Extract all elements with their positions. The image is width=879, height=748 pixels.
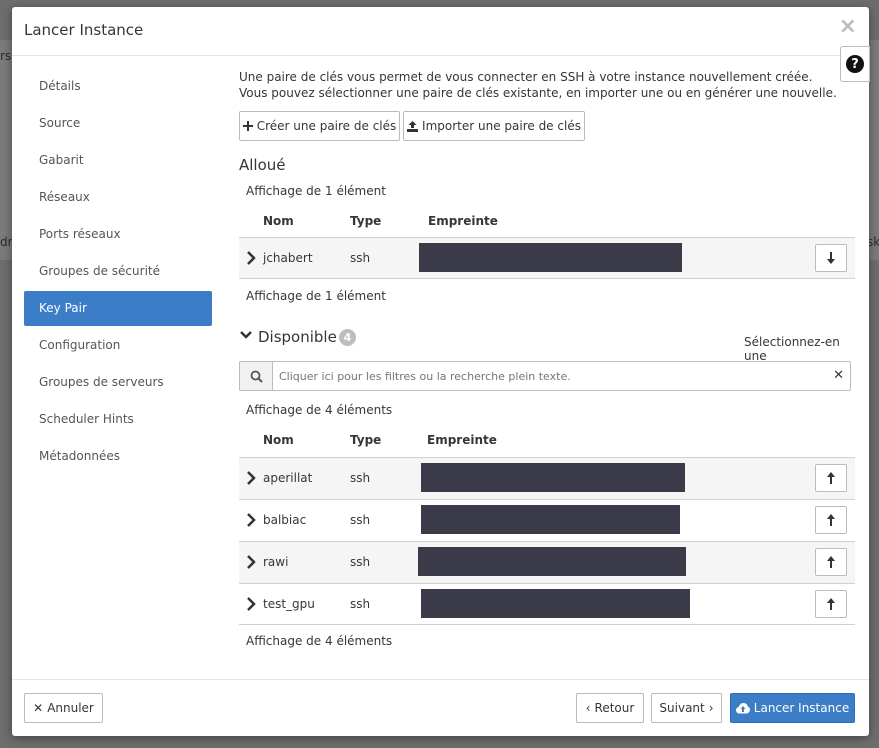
back-button[interactable]: ‹ Retour [576,693,644,723]
table-row[interactable]: jchabert ssh [239,237,855,279]
close-icon: ✕ [33,701,44,715]
deallocate-button[interactable] [815,244,847,272]
nav-item-source[interactable]: Source [24,106,212,141]
key-pair-name: test_gpu [263,597,315,611]
redacted-fingerprint [421,505,680,534]
available-count-top: Affichage de 4 éléments [246,403,393,417]
chevron-down-icon[interactable] [239,330,253,340]
redacted-fingerprint [421,463,685,492]
background-text-fragment: dr [0,235,13,249]
available-count-badge: 4 [339,329,356,346]
chevron-right-icon[interactable] [246,512,256,528]
create-key-pair-button[interactable]: Créer une paire de clés [239,111,400,141]
key-pair-type: ssh [350,251,371,265]
column-header-name: Nom [263,433,294,447]
help-button[interactable]: ? [840,46,870,82]
chevron-right-icon[interactable] [246,596,256,612]
table-row[interactable]: test_gpu ssh [239,583,855,625]
arrow-up-icon [827,472,835,484]
table-row[interactable]: balbiac ssh [239,499,855,541]
launch-instance-modal: Lancer Instance × Détails Source Gabarit… [12,7,869,736]
available-table-header: Nom Type Empreinte [239,425,855,457]
column-header-type: Type [350,433,382,447]
redacted-fingerprint [419,243,682,272]
key-pair-name: balbiac [263,513,307,527]
key-pair-name: rawi [263,555,289,569]
intro-text: Une paire de clés vous permet de vous co… [239,70,837,100]
nav-item-network-ports[interactable]: Ports réseaux [24,217,212,252]
select-one-hint: Sélectionnez-en une [744,335,840,363]
clear-search-icon[interactable]: ✕ [833,368,844,383]
search-icon [240,362,273,390]
search-input[interactable] [274,362,829,390]
arrow-down-icon [827,252,835,264]
allocated-title: Alloué [239,156,286,174]
next-label: Suivant [659,701,705,715]
nav-item-scheduler-hints[interactable]: Scheduler Hints [24,402,212,437]
upload-icon [407,120,419,132]
allocate-button[interactable] [815,464,847,492]
modal-footer: ✕ Annuler ‹ Retour Suivant › Lancer Inst… [12,679,869,736]
nav-item-metadata[interactable]: Métadonnées [24,439,212,474]
back-label: Retour [594,701,635,715]
column-header-fingerprint: Empreinte [427,433,497,447]
redacted-fingerprint [418,547,686,576]
available-count-bottom: Affichage de 4 éléments [246,634,393,648]
allocate-button[interactable] [815,590,847,618]
column-header-type: Type [350,214,382,228]
column-header-fingerprint: Empreinte [428,214,498,228]
next-button[interactable]: Suivant › [651,693,722,723]
key-pair-type: ssh [350,597,371,611]
redacted-fingerprint [421,589,690,618]
chevron-left-icon: ‹ [585,701,591,715]
arrow-up-icon [827,556,835,568]
chevron-right-icon[interactable] [246,470,256,486]
column-header-name: Nom [263,214,294,228]
nav-item-key-pair[interactable]: Key Pair [24,291,212,326]
plus-icon [242,121,253,131]
nav-item-flavor[interactable]: Gabarit [24,143,212,178]
nav-item-details[interactable]: Détails [24,69,212,104]
arrow-up-icon [827,514,835,526]
import-key-pair-button[interactable]: Importer une paire de clés [403,111,585,141]
nav-item-configuration[interactable]: Configuration [24,328,212,363]
key-pair-type: ssh [350,555,371,569]
import-key-pair-label: Importer une paire de clés [422,119,581,133]
launch-instance-label: Lancer Instance [753,701,850,715]
modal-header: Lancer Instance × [12,7,869,56]
table-row[interactable]: rawi ssh [239,541,855,583]
search-bar: ✕ [239,361,851,391]
help-icon: ? [846,55,864,73]
key-pair-name: jchabert [263,251,313,265]
background-text-fragment: rs [0,49,12,63]
allocate-button[interactable] [815,506,847,534]
key-pair-type: ssh [350,513,371,527]
key-pair-type: ssh [350,471,371,485]
wizard-nav: Détails Source Gabarit Réseaux Ports rés… [24,69,212,476]
cancel-label: Annuler [47,701,94,715]
allocated-count-bottom: Affichage de 1 élément [246,289,386,303]
modal-title: Lancer Instance [24,21,144,39]
chevron-right-icon: › [708,701,714,715]
close-icon[interactable]: × [839,16,857,38]
nav-item-security-groups[interactable]: Groupes de sécurité [24,254,212,289]
allocated-count-top: Affichage de 1 élément [246,184,386,198]
chevron-right-icon[interactable] [246,554,256,570]
create-key-pair-label: Créer une paire de clés [256,119,397,133]
launch-instance-button[interactable]: Lancer Instance [730,693,855,723]
chevron-right-icon[interactable] [246,250,256,266]
key-pair-name: aperillat [263,471,313,485]
allocate-button[interactable] [815,548,847,576]
available-title[interactable]: Disponible [258,328,337,346]
arrow-up-icon [827,598,835,610]
cancel-button[interactable]: ✕ Annuler [24,693,103,723]
nav-item-networks[interactable]: Réseaux [24,180,212,215]
nav-item-server-groups[interactable]: Groupes de serveurs [24,365,212,400]
cloud-upload-icon [735,702,750,713]
allocated-table-header: Nom Type Empreinte [239,206,855,238]
table-row[interactable]: aperillat ssh [239,457,855,499]
